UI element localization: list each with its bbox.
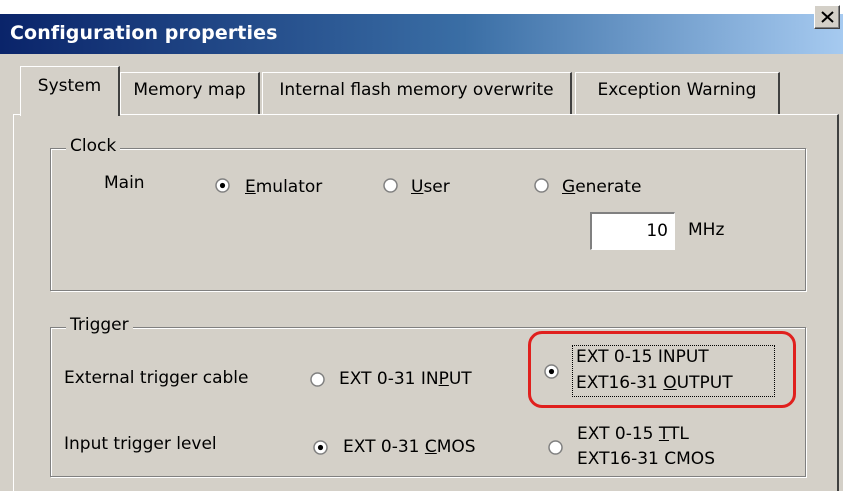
clock-group-label: Clock: [66, 136, 121, 156]
tab-label: System: [37, 76, 102, 96]
tab-label: Exception Warning: [597, 80, 757, 100]
input-trigger-level-label: Input trigger level: [64, 434, 217, 454]
configuration-dialog: Configuration properties System Memory m…: [0, 0, 843, 491]
ext-0-31-input-radio[interactable]: [310, 372, 325, 387]
trigger-group-label: Trigger: [66, 315, 133, 335]
generate-radio-label: Generate: [562, 177, 642, 197]
user-radio[interactable]: [383, 178, 398, 193]
frequency-unit: MHz: [688, 220, 725, 240]
window-title: Configuration properties: [10, 22, 278, 44]
emulator-radio-label: Emulator: [245, 177, 323, 197]
ext-16-31-cmos-line: EXT16-31 CMOS: [577, 449, 715, 469]
tab-memory-map[interactable]: Memory map: [120, 72, 260, 114]
user-radio-label: User: [411, 177, 450, 197]
close-icon: [821, 11, 834, 23]
ext-0-15-ttl-radio[interactable]: [548, 440, 563, 455]
tab-exception-warning[interactable]: Exception Warning: [575, 72, 780, 114]
title-bar[interactable]: Configuration properties: [0, 14, 843, 54]
tab-internal-flash-memory-overwrite[interactable]: Internal flash memory overwrite: [262, 72, 572, 114]
tab-system[interactable]: System: [20, 66, 120, 116]
ext-16-31-output-line: EXT16-31 OUTPUT: [576, 373, 733, 393]
ext-0-15-ttl-line: EXT 0-15 TTL: [577, 424, 689, 444]
emulator-radio[interactable]: [215, 178, 230, 193]
main-clock-label: Main: [104, 173, 145, 193]
tab-label: Internal flash memory overwrite: [279, 80, 554, 100]
frequency-input[interactable]: 10: [590, 212, 675, 250]
ext-0-31-cmos-label: EXT 0-31 CMOS: [343, 437, 476, 457]
ext-0-31-input-label: EXT 0-31 INPUT: [339, 369, 472, 389]
ext-0-15-input-line: EXT 0-15 INPUT: [576, 347, 709, 367]
ext-0-31-cmos-radio[interactable]: [313, 440, 328, 455]
external-trigger-cable-label: External trigger cable: [64, 368, 249, 388]
close-button[interactable]: [814, 5, 840, 29]
tab-label: Memory map: [133, 80, 246, 100]
ext-0-15-input-16-31-output-radio[interactable]: [544, 364, 559, 379]
generate-radio[interactable]: [534, 178, 549, 193]
top-strip: [0, 0, 843, 14]
